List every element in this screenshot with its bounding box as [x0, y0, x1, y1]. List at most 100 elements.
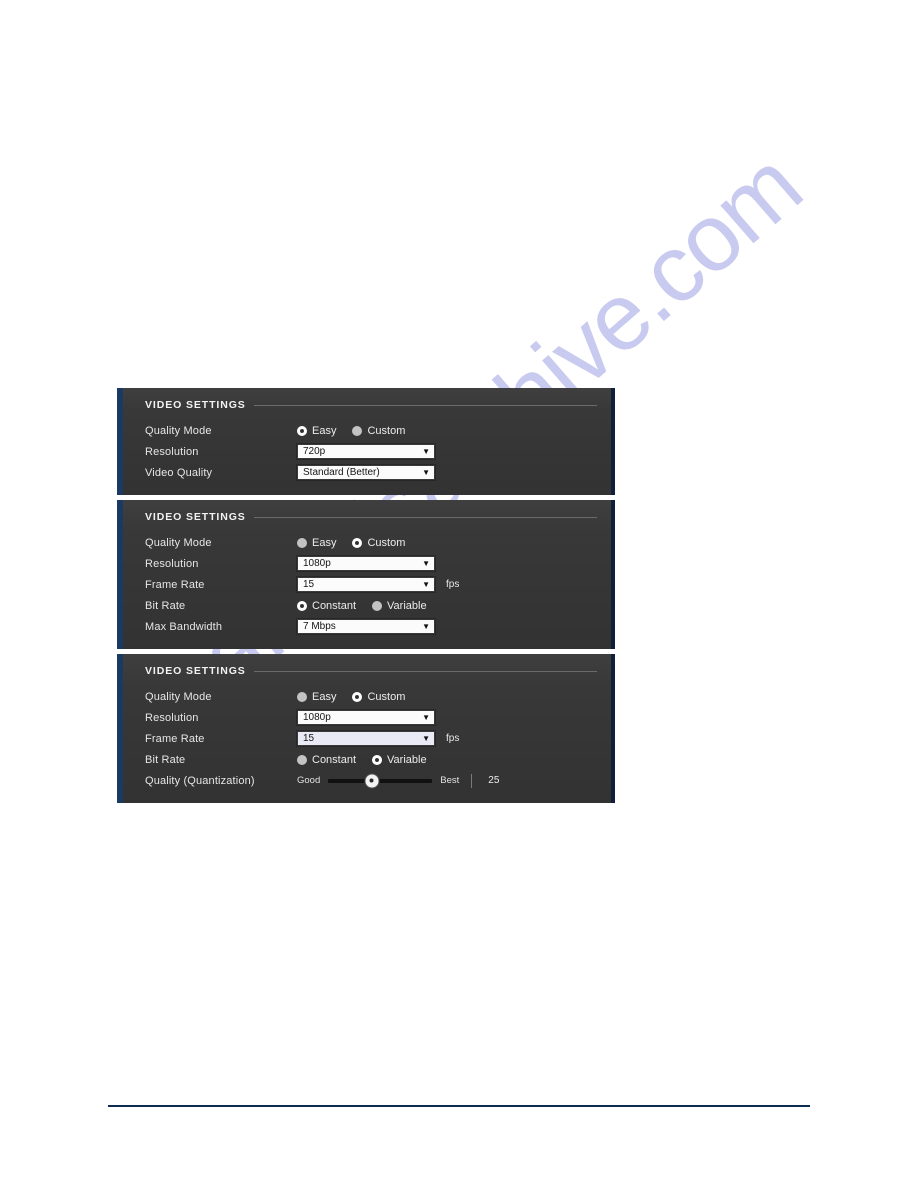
settings-row: Quality (Quantization) Good Best 25: [145, 770, 601, 791]
section-title: VIDEO SETTINGS: [145, 511, 246, 523]
dropdown-selected-value: 15: [303, 579, 315, 590]
radio-option[interactable]: Custom: [352, 537, 405, 549]
radio-selected-icon[interactable]: [297, 425, 307, 436]
slider-min-label: Good: [297, 775, 321, 786]
radio-option[interactable]: Variable: [372, 600, 427, 612]
dropdown-selected-value: 7 Mbps: [303, 621, 336, 632]
radio-option[interactable]: Easy: [297, 537, 336, 549]
settings-row: Resolution 1080p ▼: [145, 553, 601, 574]
settings-row-label: Quality Mode: [145, 424, 212, 437]
dropdown-selected-value: 720p: [303, 446, 326, 457]
radio-option-label: Custom: [367, 424, 406, 437]
settings-row-field: Easy Custom: [297, 425, 405, 437]
dropdown-select[interactable]: 15 ▼: [297, 731, 435, 746]
panel-body: VIDEO SETTINGS Quality Mode Easy Custom Reso…: [123, 654, 611, 803]
dropdown-select[interactable]: 1080p ▼: [297, 556, 435, 571]
settings-row-label: Bit Rate: [145, 753, 186, 766]
settings-row-field: Constant Variable: [297, 600, 427, 612]
radio-unselected-icon[interactable]: [352, 425, 363, 436]
settings-row-label: Video Quality: [145, 466, 213, 479]
section-title-rule: [253, 670, 597, 672]
settings-row: Max Bandwidth 7 Mbps ▼: [145, 616, 601, 637]
radio-option-label: Custom: [367, 536, 406, 549]
radio-option-label: Easy: [312, 424, 337, 437]
radio-option[interactable]: Constant: [297, 600, 356, 612]
settings-row: Resolution 1080p ▼: [145, 707, 601, 728]
radio-group: Constant Variable: [297, 600, 427, 612]
quality-slider[interactable]: Good Best 25: [297, 773, 500, 788]
dropdown-select[interactable]: 1080p ▼: [297, 710, 435, 725]
radio-option-label: Variable: [387, 599, 427, 612]
section-title: VIDEO SETTINGS: [145, 665, 246, 677]
settings-row-label: Frame Rate: [145, 578, 205, 591]
settings-row: Frame Rate 15 ▼ fps: [145, 728, 601, 749]
video-settings-panel: VIDEO SETTINGS Quality Mode Easy Custom Reso…: [117, 654, 615, 803]
radio-unselected-icon[interactable]: [297, 691, 307, 702]
radio-option-label: Constant: [312, 599, 357, 612]
settings-row-field: Good Best 25: [297, 773, 500, 788]
settings-row: Bit Rate Constant Variable: [145, 595, 601, 616]
radio-unselected-icon[interactable]: [372, 600, 383, 611]
radio-option-label: Constant: [312, 753, 357, 766]
chevron-down-icon[interactable]: ▼: [422, 711, 430, 724]
settings-row: Resolution 720p ▼: [145, 441, 601, 462]
dropdown-select[interactable]: 720p ▼: [297, 444, 435, 459]
slider-value-divider: [471, 773, 473, 788]
settings-row-field: 1080p ▼: [297, 556, 435, 571]
dropdown-selected-value: 1080p: [303, 558, 331, 569]
radio-selected-icon[interactable]: [352, 537, 363, 548]
settings-row: Video Quality Standard (Better) ▼: [145, 462, 601, 483]
radio-selected-icon[interactable]: [352, 691, 363, 702]
slider-track-bar: [328, 778, 433, 783]
chevron-down-icon[interactable]: ▼: [422, 578, 430, 591]
chevron-down-icon[interactable]: ▼: [422, 445, 430, 458]
chevron-down-icon[interactable]: ▼: [422, 620, 430, 633]
panel-body: VIDEO SETTINGS Quality Mode Easy Custom Reso…: [123, 500, 611, 649]
chevron-down-icon[interactable]: ▼: [422, 732, 430, 745]
field-unit-label: fps: [446, 579, 460, 590]
settings-row-label: Quality Mode: [145, 536, 212, 549]
radio-option[interactable]: Constant: [297, 754, 356, 766]
slider-value: 25: [488, 775, 500, 786]
dropdown-select[interactable]: Standard (Better) ▼: [297, 465, 435, 480]
radio-option[interactable]: Custom: [352, 691, 405, 703]
dropdown-select[interactable]: 15 ▼: [297, 577, 435, 592]
settings-row-label: Resolution: [145, 711, 199, 724]
settings-row-label: Quality (Quantization): [145, 774, 255, 787]
settings-row-label: Frame Rate: [145, 732, 205, 745]
section-header: VIDEO SETTINGS: [145, 662, 601, 677]
settings-row-label: Bit Rate: [145, 599, 186, 612]
slider-max-label: Best: [440, 775, 460, 786]
slider-track[interactable]: [328, 774, 433, 788]
video-settings-panel: VIDEO SETTINGS Quality Mode Easy Custom Reso…: [117, 500, 615, 649]
dropdown-select[interactable]: 7 Mbps ▼: [297, 619, 435, 634]
radio-unselected-icon[interactable]: [297, 537, 307, 548]
settings-row-field: 720p ▼: [297, 444, 435, 459]
slider-handle[interactable]: [365, 774, 379, 787]
settings-row-label: Quality Mode: [145, 690, 212, 703]
settings-row-field: Easy Custom: [297, 691, 405, 703]
radio-selected-icon[interactable]: [372, 754, 383, 765]
settings-row-field: 1080p ▼: [297, 710, 435, 725]
panel-body: VIDEO SETTINGS Quality Mode Easy Custom Reso…: [123, 388, 611, 495]
radio-group: Easy Custom: [297, 691, 405, 703]
settings-row: Quality Mode Easy Custom: [145, 532, 601, 553]
settings-row: Frame Rate 15 ▼ fps: [145, 574, 601, 595]
settings-row-field: Standard (Better) ▼: [297, 465, 435, 480]
radio-option[interactable]: Easy: [297, 425, 336, 437]
settings-row-field: 15 ▼ fps: [297, 577, 459, 592]
radio-option[interactable]: Variable: [372, 754, 427, 766]
radio-unselected-icon[interactable]: [297, 754, 307, 765]
radio-option[interactable]: Custom: [352, 425, 405, 437]
chevron-down-icon[interactable]: ▼: [422, 466, 430, 479]
radio-option[interactable]: Easy: [297, 691, 336, 703]
settings-row: Bit Rate Constant Variable: [145, 749, 601, 770]
settings-row-field: 15 ▼ fps: [297, 731, 459, 746]
chevron-down-icon[interactable]: ▼: [422, 557, 430, 570]
radio-selected-icon[interactable]: [297, 600, 307, 611]
video-settings-panel: VIDEO SETTINGS Quality Mode Easy Custom Reso…: [117, 388, 615, 495]
dropdown-selected-value: 1080p: [303, 712, 331, 723]
footer-divider: [108, 1105, 810, 1107]
radio-group: Easy Custom: [297, 425, 405, 437]
settings-row: Quality Mode Easy Custom: [145, 420, 601, 441]
